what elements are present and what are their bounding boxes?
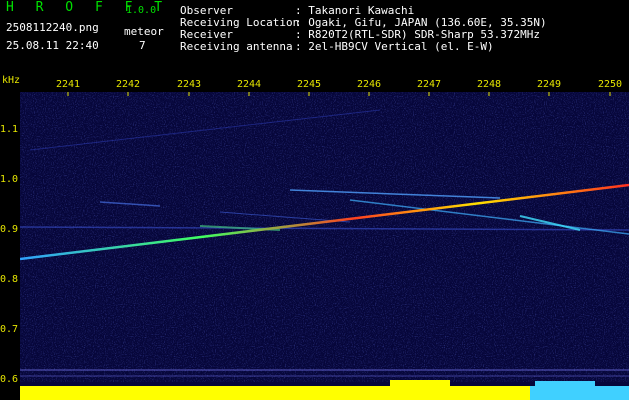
noise-texture	[20, 92, 629, 382]
y-tick-label: 1.0	[0, 174, 19, 185]
x-tick-label: 2249	[536, 79, 562, 90]
y-tick-label: 0.8	[0, 274, 19, 285]
y-axis-unit: kHz	[2, 75, 21, 86]
y-tick-label: 0.7	[0, 324, 19, 335]
info-key-antenna: Receiving antenna	[180, 40, 293, 53]
spectrogram-plot	[20, 92, 629, 400]
meteor-count-value: 7	[139, 39, 146, 52]
capture-datetime: 25.08.11 22:40	[6, 39, 99, 52]
x-tick-label: 2248	[476, 79, 502, 90]
x-tick-label: 2244	[236, 79, 262, 90]
x-tick-label: 2250	[597, 79, 623, 90]
y-tick-label: 0.9	[0, 224, 19, 235]
app-version: 1.0.0	[126, 5, 157, 16]
x-tick-label: 2246	[356, 79, 382, 90]
info-value-antenna: : 2el-HB9CV Vertical (el. E-W)	[295, 40, 494, 53]
x-tick-label: 2243	[176, 79, 202, 90]
signal-level-cyan-peak	[535, 381, 595, 400]
x-tick-label: 2241	[55, 79, 81, 90]
signal-level-bar	[20, 386, 530, 400]
x-tick-label: 2242	[115, 79, 141, 90]
y-tick-label: 1.1	[0, 124, 19, 135]
meteor-count-label: meteor	[124, 25, 164, 38]
x-tick-label: 2247	[416, 79, 442, 90]
y-tick-label: 0.6	[0, 374, 19, 385]
x-tick-label: 2245	[296, 79, 322, 90]
image-filename: 2508112240.png	[6, 21, 99, 34]
signal-level-peak	[390, 380, 450, 400]
